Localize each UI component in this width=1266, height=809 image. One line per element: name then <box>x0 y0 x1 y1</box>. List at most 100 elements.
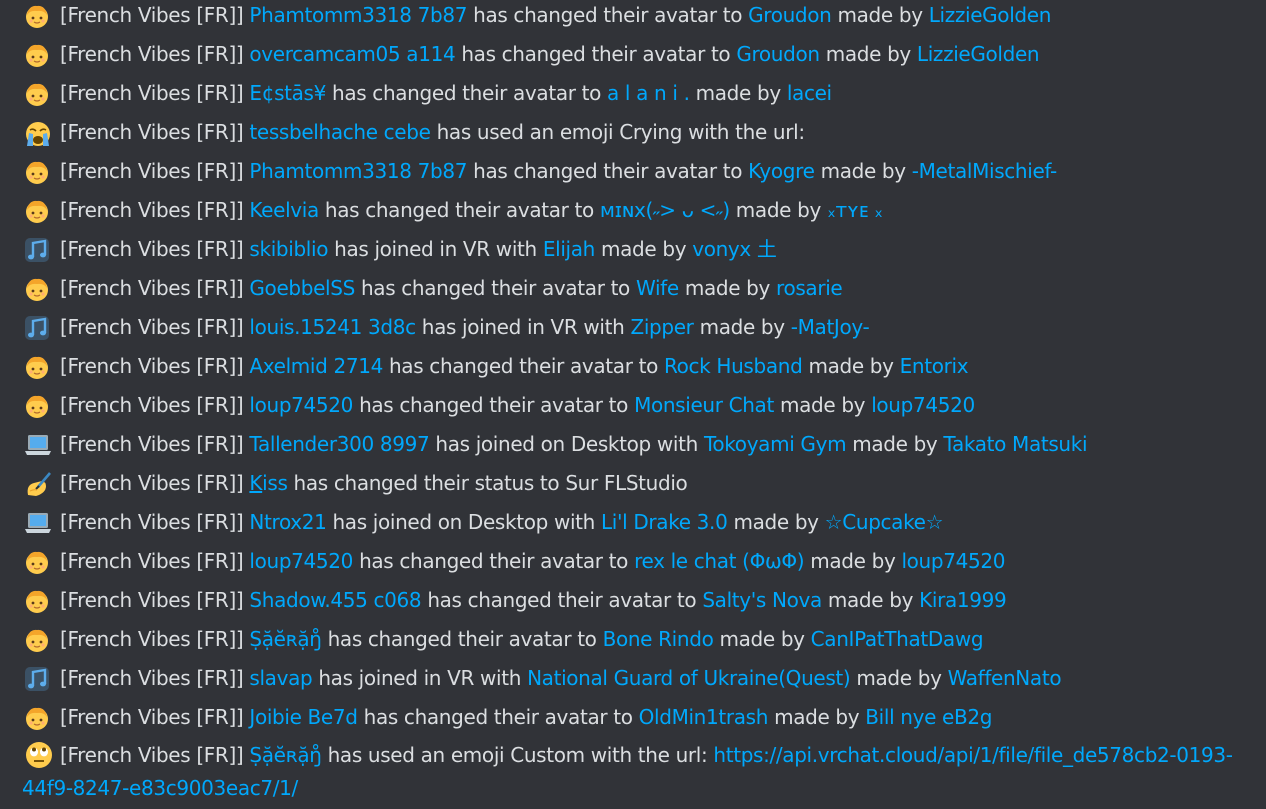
target-link[interactable]: Kyogre <box>748 159 815 183</box>
user-link[interactable]: Ṣặĕʀặŋ̊ <box>249 627 322 651</box>
crying-face-icon <box>22 117 54 147</box>
target-link[interactable]: Salty's Nova <box>702 588 822 612</box>
log-line: [French Vibes [FR]] louis.15241 3d8c has… <box>22 312 1258 351</box>
author-link[interactable]: -MatJoy- <box>791 315 870 339</box>
target-link[interactable]: Rock Husband <box>664 354 803 378</box>
made-by-text: made by <box>735 198 822 222</box>
user-link[interactable]: Phamtomm3318 7b87 <box>249 159 467 183</box>
action-text: has changed their avatar to <box>360 276 630 300</box>
target-link[interactable]: Monsieur Chat <box>634 393 774 417</box>
action-text: has changed their avatar to <box>427 588 697 612</box>
action-text: has changed their avatar to <box>388 354 658 378</box>
target-link[interactable]: Groudon <box>748 3 832 27</box>
user-link[interactable]: Phamtomm3318 7b87 <box>249 3 467 27</box>
log-line: [French Vibes [FR]] Ṣặĕʀặŋ̊ has used an … <box>22 739 1258 809</box>
avatar-face-icon <box>22 702 54 732</box>
made-by-text: made by <box>779 393 866 417</box>
server-tag: [French Vibes [FR]] <box>60 42 244 66</box>
log-line: [French Vibes [FR]] Joibie Be7d has chan… <box>22 702 1258 741</box>
user-link[interactable]: overcamcam05 a114 <box>249 42 455 66</box>
made-by-text: made by <box>827 588 914 612</box>
target-link[interactable]: Tokoyami Gym <box>704 432 847 456</box>
author-link[interactable]: LizzieGolden <box>929 3 1052 27</box>
target-link[interactable]: Bone Rindo <box>603 627 714 651</box>
target-link[interactable]: Groudon <box>736 42 820 66</box>
target-link[interactable]: Elijah <box>543 237 595 261</box>
author-link[interactable]: Bill nye eB2g <box>865 705 992 729</box>
server-tag: [French Vibes [FR]] <box>60 81 244 105</box>
vr-music-icon <box>22 234 54 264</box>
avatar-face-icon <box>22 0 54 30</box>
target-link[interactable]: rex le chat (ΦωΦ) <box>634 549 805 573</box>
server-tag: [French Vibes [FR]] <box>60 393 244 417</box>
made-by-text: made by <box>856 666 942 690</box>
target-link[interactable]: OldMin1trash <box>639 705 769 729</box>
author-link[interactable]: CanIPatThatDawg <box>811 627 984 651</box>
log-line: [French Vibes [FR]] Kiss has changed the… <box>22 468 1258 507</box>
made-by-text: made by <box>719 627 805 651</box>
author-link[interactable]: -MetalMischief- <box>912 159 1057 183</box>
server-tag: [French Vibes [FR]] <box>60 471 244 495</box>
user-link[interactable]: skibiblio <box>249 237 328 261</box>
made-by-text: made by <box>733 510 819 534</box>
user-link[interactable]: Kiss <box>249 471 287 495</box>
log-line: [French Vibes [FR]] Ntrox21 has joined o… <box>22 507 1258 546</box>
target-link[interactable]: Li'l Drake 3.0 <box>601 510 728 534</box>
author-link[interactable]: vonyx 土 <box>692 237 777 261</box>
target-link[interactable]: ᴍɪɴx(˶> ᴗ <˶) <box>600 198 730 222</box>
server-tag: [French Vibes [FR]] <box>60 549 244 573</box>
author-link[interactable]: Takato Matsuki <box>943 432 1087 456</box>
author-link[interactable]: loup74520 <box>871 393 975 417</box>
avatar-face-icon <box>22 624 54 654</box>
user-link[interactable]: Axelmid 2714 <box>249 354 383 378</box>
author-link[interactable]: Entorix <box>900 354 969 378</box>
user-link[interactable]: Shadow.455 c068 <box>249 588 421 612</box>
author-link[interactable]: loup74520 <box>901 549 1005 573</box>
action-text: has joined in VR with <box>334 237 537 261</box>
server-tag: [French Vibes [FR]] <box>60 510 244 534</box>
author-link[interactable]: Kira1999 <box>919 588 1007 612</box>
user-link[interactable]: Keelvia <box>249 198 319 222</box>
log-line: [French Vibes [FR]] skibiblio has joined… <box>22 234 1258 273</box>
target-link[interactable]: a l a n i . <box>607 81 690 105</box>
user-link[interactable]: Ntrox21 <box>249 510 326 534</box>
made-by-text: made by <box>601 237 687 261</box>
avatar-face-icon <box>22 273 54 303</box>
user-link[interactable]: louis.15241 3d8c <box>249 315 416 339</box>
avatar-face-icon <box>22 390 54 420</box>
user-link[interactable]: Ṣặĕʀặŋ̊ <box>249 743 322 767</box>
user-link[interactable]: tessbelhache cebe <box>249 120 431 144</box>
user-link[interactable]: GoebbelSS <box>249 276 355 300</box>
user-link[interactable]: Tallender300 8997 <box>249 432 429 456</box>
author-link[interactable]: ☆Cupcake☆ <box>825 510 944 534</box>
log-line: [French Vibes [FR]] Shadow.455 c068 has … <box>22 585 1258 624</box>
target-link[interactable]: Wife <box>636 276 679 300</box>
log-line: [French Vibes [FR]] Ṣặĕʀặŋ̊ has changed … <box>22 624 1258 663</box>
made-by-text: made by <box>695 81 782 105</box>
log-line: [French Vibes [FR]] Keelvia has changed … <box>22 195 1258 234</box>
made-by-text: made by <box>820 159 907 183</box>
avatar-face-icon <box>22 78 54 108</box>
author-link[interactable]: lacei <box>787 81 832 105</box>
user-link[interactable]: slavap <box>249 666 312 690</box>
author-link[interactable]: rosarie <box>776 276 843 300</box>
target-link[interactable]: Zipper <box>630 315 693 339</box>
target-link[interactable]: National Guard of Ukraine(Quest) <box>527 666 851 690</box>
action-text: has changed their avatar to <box>363 705 633 729</box>
server-tag: [French Vibes [FR]] <box>60 705 244 729</box>
user-link[interactable]: E¢stās¥ <box>249 81 326 105</box>
user-link[interactable]: loup74520 <box>249 549 353 573</box>
avatar-face-icon <box>22 546 54 576</box>
user-link[interactable]: Joibie Be7d <box>249 705 358 729</box>
avatar-face-icon <box>22 156 54 186</box>
author-link[interactable]: ₓᴛʏᴇ ₓ <box>827 198 883 222</box>
action-text: has changed their avatar to <box>324 198 594 222</box>
action-text: has changed their avatar to <box>461 42 731 66</box>
action-text: has changed their status to Sur FLStudio <box>293 471 688 495</box>
server-tag: [French Vibes [FR]] <box>60 588 244 612</box>
server-tag: [French Vibes [FR]] <box>60 432 244 456</box>
user-link[interactable]: loup74520 <box>249 393 353 417</box>
author-link[interactable]: LizzieGolden <box>917 42 1040 66</box>
log-line: [French Vibes [FR]] Phamtomm3318 7b87 ha… <box>22 156 1258 195</box>
author-link[interactable]: WaffenNato <box>948 666 1062 690</box>
